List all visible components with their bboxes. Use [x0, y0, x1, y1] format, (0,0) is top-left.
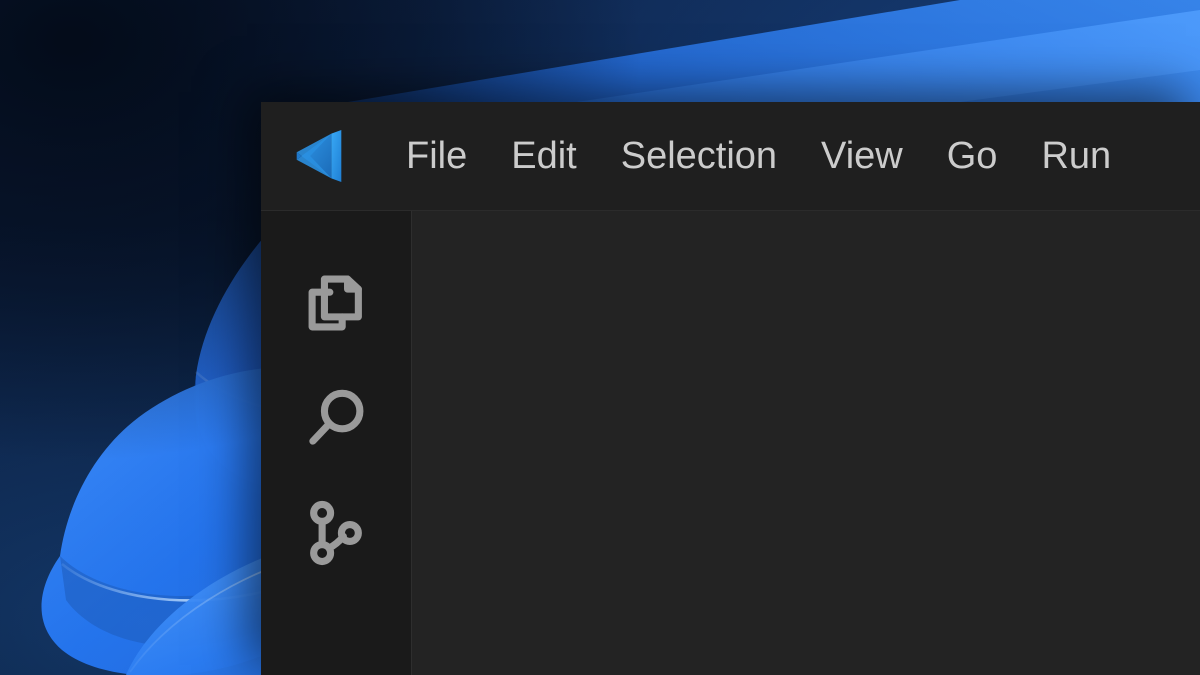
screen: File Edit Selection View Go Run [0, 0, 1200, 675]
window-body [261, 211, 1200, 675]
activity-bar-item-explorer[interactable] [261, 245, 412, 360]
search-magnifier-icon [309, 389, 364, 445]
editor-area[interactable] [412, 211, 1200, 675]
vscode-logo-icon[interactable] [288, 125, 350, 187]
menu-bar: File Edit Selection View Go Run [261, 102, 1200, 211]
menu-item-view[interactable]: View [799, 131, 925, 181]
files-explorer-icon [308, 275, 362, 330]
menu-items-list: File Edit Selection View Go Run [384, 131, 1133, 181]
menu-item-selection[interactable]: Selection [599, 131, 799, 181]
menu-item-run[interactable]: Run [1019, 131, 1133, 181]
menu-item-file[interactable]: File [384, 131, 489, 181]
vscode-window[interactable]: File Edit Selection View Go Run [261, 102, 1200, 675]
menu-item-edit[interactable]: Edit [489, 131, 598, 181]
activity-bar-item-source-control[interactable] [261, 475, 412, 590]
activity-bar [261, 211, 412, 675]
menu-item-go[interactable]: Go [925, 131, 1020, 181]
activity-bar-item-search[interactable] [261, 360, 412, 475]
source-control-branch-icon [310, 500, 362, 565]
